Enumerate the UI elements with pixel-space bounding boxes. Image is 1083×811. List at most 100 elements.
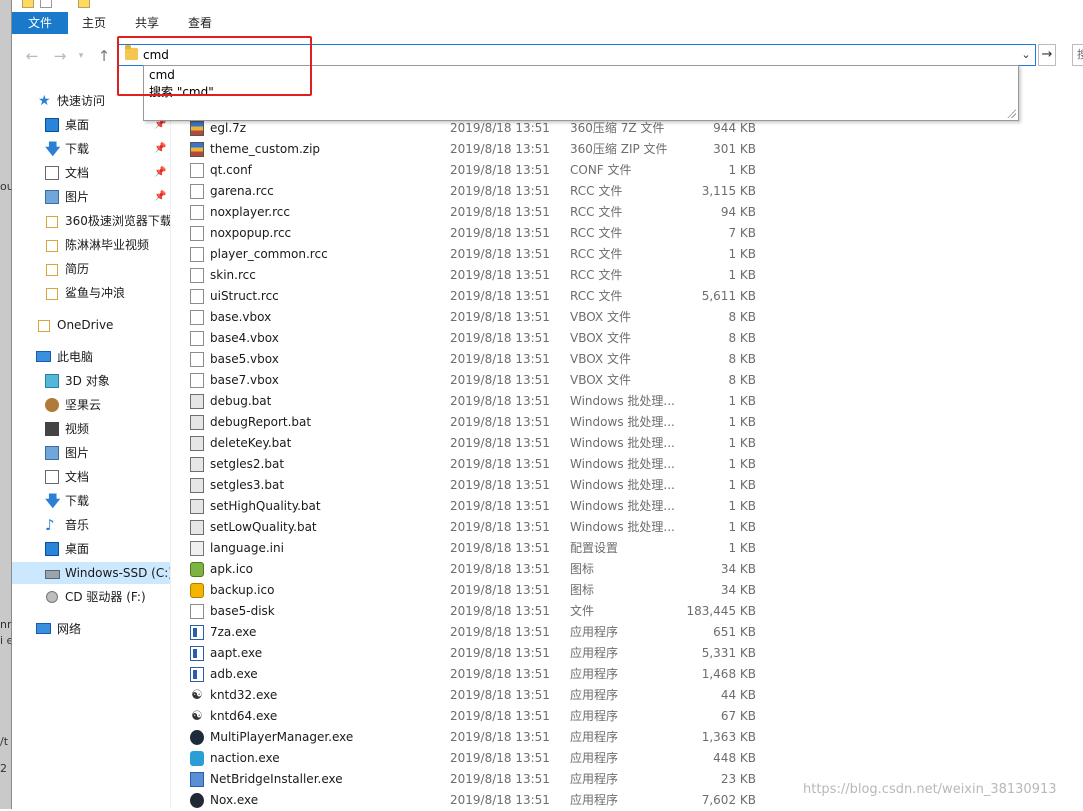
file-row[interactable]: ☯ kntd64.exe 2019/8/18 13:51 应用程序 67 KB — [187, 706, 1082, 727]
video-icon — [45, 422, 59, 436]
picture-icon — [45, 446, 59, 460]
file-row[interactable]: setgles3.bat 2019/8/18 13:51 Windows 批处理..… — [187, 475, 1082, 496]
file-icon — [190, 352, 204, 367]
recent-locations-icon[interactable]: ▾ — [74, 46, 88, 66]
sidebar-item-music[interactable]: ♪ 音乐 — [12, 514, 170, 536]
tab-home[interactable]: 主页 — [78, 12, 110, 34]
file-row[interactable]: base7.vbox 2019/8/18 13:51 VBOX 文件 8 KB — [187, 370, 1082, 391]
file-row[interactable]: noxpopup.rcc 2019/8/18 13:51 RCC 文件 7 KB — [187, 223, 1082, 244]
go-arrow-icon[interactable]: → — [1038, 44, 1056, 66]
file-row[interactable]: base5-disk 2019/8/18 13:51 文件 183,445 KB — [187, 601, 1082, 622]
up-arrow-icon[interactable]: ↑ — [94, 46, 114, 66]
file-name: debugReport.bat — [210, 415, 312, 429]
chevron-down-icon[interactable]: ⌄ — [1017, 45, 1035, 65]
file-row[interactable]: adb.exe 2019/8/18 13:51 应用程序 1,468 KB — [187, 664, 1082, 685]
sidebar-item-c-drive[interactable]: Windows-SSD (C:) — [12, 562, 170, 584]
file-row[interactable]: player_common.rcc 2019/8/18 13:51 RCC 文件 1 … — [187, 244, 1082, 265]
pin-icon[interactable]: 📌 — [154, 162, 166, 184]
file-row[interactable]: debugReport.bat 2019/8/18 13:51 Windows 批处… — [187, 412, 1082, 433]
file-row[interactable]: noxplayer.rcc 2019/8/18 13:51 RCC 文件 94 KB — [187, 202, 1082, 223]
file-row[interactable]: base5.vbox 2019/8/18 13:51 VBOX 文件 8 KB — [187, 349, 1082, 370]
naction-icon — [190, 751, 204, 766]
file-row[interactable]: egl.7z 2019/8/18 13:51 360压缩 7Z 文件 944 KB — [187, 118, 1082, 139]
file-row[interactable]: setgles2.bat 2019/8/18 13:51 Windows 批处理..… — [187, 454, 1082, 475]
file-size: 1 KB — [728, 163, 756, 177]
sidebar-item-network[interactable]: 网络 — [12, 618, 170, 640]
file-type: RCC 文件 — [570, 289, 623, 303]
forward-arrow-icon[interactable]: → — [50, 46, 70, 66]
properties-icon[interactable] — [40, 0, 52, 8]
file-size: 7,602 KB — [701, 793, 756, 807]
sidebar-item-nutstore[interactable]: 坚果云 — [12, 394, 170, 416]
file-type: 配置设置 — [570, 541, 619, 555]
sidebar-item-pictures[interactable]: 图片 — [12, 442, 170, 464]
file-row[interactable]: setHighQuality.bat 2019/8/18 13:51 Windows… — [187, 496, 1082, 517]
file-date: 2019/8/18 13:51 — [450, 331, 550, 345]
file-size: 1 KB — [728, 415, 756, 429]
sidebar-item-documents[interactable]: 文档 — [12, 466, 170, 488]
desktop-icon — [45, 118, 59, 132]
file-row[interactable]: skin.rcc 2019/8/18 13:51 RCC 文件 1 KB — [187, 265, 1082, 286]
sidebar-item-desktop[interactable]: 桌面 — [12, 538, 170, 560]
folder-icon — [46, 240, 58, 252]
file-name: skin.rcc — [210, 268, 256, 282]
file-row[interactable]: setLowQuality.bat 2019/8/18 13:51 Windows … — [187, 517, 1082, 538]
file-size: 651 KB — [713, 625, 756, 639]
sidebar-item-folder[interactable]: 简历 — [12, 258, 170, 280]
back-arrow-icon[interactable]: ← — [22, 46, 42, 66]
file-type: 图标 — [570, 583, 595, 597]
sidebar-item-folder[interactable]: 陈淋淋毕业视频 — [12, 234, 170, 256]
file-row[interactable]: language.ini 2019/8/18 13:51 配置设置 1 KB — [187, 538, 1082, 559]
drive-icon — [45, 570, 60, 579]
sidebar-item-downloads[interactable]: 🡇 下载 📌 — [12, 138, 170, 160]
file-row[interactable]: garena.rcc 2019/8/18 13:51 RCC 文件 3,115 KB — [187, 181, 1082, 202]
sidebar-item-videos[interactable]: 视频 — [12, 418, 170, 440]
file-size: 44 KB — [720, 688, 756, 702]
sidebar-item-onedrive[interactable]: OneDrive — [12, 314, 170, 336]
file-name: player_common.rcc — [210, 247, 328, 261]
file-explorer-window: 文件 主页 共享 查看 ← → ▾ ↑ ⌄ → 搜 cmd 搜索 "cmd" ★… — [11, 0, 1083, 809]
search-input[interactable]: 搜 — [1072, 44, 1083, 66]
file-row[interactable]: qt.conf 2019/8/18 13:51 CONF 文件 1 KB — [187, 160, 1082, 181]
sidebar-item-label: 快速访问 — [57, 94, 106, 108]
sidebar-item-cd-drive[interactable]: CD 驱动器 (F:) — [12, 586, 170, 608]
pin-icon[interactable]: 📌 — [154, 186, 166, 208]
multiplayer-icon — [190, 730, 204, 745]
file-row[interactable]: aapt.exe 2019/8/18 13:51 应用程序 5,331 KB — [187, 643, 1082, 664]
file-size: 8 KB — [728, 331, 756, 345]
file-row[interactable]: theme_custom.zip 2019/8/18 13:51 360压缩 ZIP… — [187, 139, 1082, 160]
sidebar-item-label: 3D 对象 — [65, 374, 110, 388]
tab-file[interactable]: 文件 — [12, 12, 68, 34]
sidebar-item-this-pc[interactable]: 此电脑 — [12, 346, 170, 368]
download-icon: 🡇 — [45, 140, 61, 158]
file-row[interactable]: apk.ico 2019/8/18 13:51 图标 34 KB — [187, 559, 1082, 580]
tab-view[interactable]: 查看 — [184, 12, 216, 34]
sidebar-item-3d-objects[interactable]: 3D 对象 — [12, 370, 170, 392]
file-row[interactable]: 7za.exe 2019/8/18 13:51 应用程序 651 KB — [187, 622, 1082, 643]
pin-icon[interactable]: 📌 — [154, 138, 166, 160]
file-row[interactable]: debug.bat 2019/8/18 13:51 Windows 批处理... 1 … — [187, 391, 1082, 412]
file-row[interactable]: naction.exe 2019/8/18 13:51 应用程序 448 KB — [187, 748, 1082, 769]
sidebar-item-folder[interactable]: 鲨鱼与冲浪 — [12, 282, 170, 304]
sidebar-item-label: 文档 — [65, 166, 90, 180]
sidebar-item-documents[interactable]: 文档 📌 — [12, 162, 170, 184]
file-date: 2019/8/18 13:51 — [450, 436, 550, 450]
file-row[interactable]: base.vbox 2019/8/18 13:51 VBOX 文件 8 KB — [187, 307, 1082, 328]
file-row[interactable]: deleteKey.bat 2019/8/18 13:51 Windows 批处理.… — [187, 433, 1082, 454]
file-row[interactable]: ☯ kntd32.exe 2019/8/18 13:51 应用程序 44 KB — [187, 685, 1082, 706]
sidebar-item-folder[interactable]: 360极速浏览器下载 — [12, 210, 170, 232]
file-row[interactable]: MultiPlayerManager.exe 2019/8/18 13:51 应用程… — [187, 727, 1082, 748]
file-type: 应用程序 — [570, 793, 619, 807]
file-row[interactable]: base4.vbox 2019/8/18 13:51 VBOX 文件 8 KB — [187, 328, 1082, 349]
desktop-text-fragment: i e — [0, 634, 11, 647]
tab-share[interactable]: 共享 — [131, 12, 163, 34]
file-row[interactable]: uiStruct.rcc 2019/8/18 13:51 RCC 文件 5,611 K… — [187, 286, 1082, 307]
sidebar-item-downloads[interactable]: 🡇 下载 — [12, 490, 170, 512]
resize-grip-icon[interactable] — [1007, 109, 1016, 118]
batch-file-icon — [190, 436, 204, 451]
file-name: setLowQuality.bat — [210, 520, 317, 534]
sidebar-item-pictures[interactable]: 图片 📌 — [12, 186, 170, 208]
file-row[interactable]: backup.ico 2019/8/18 13:51 图标 34 KB — [187, 580, 1082, 601]
star-icon: ★ — [38, 93, 51, 109]
file-date: 2019/8/18 13:51 — [450, 541, 550, 555]
